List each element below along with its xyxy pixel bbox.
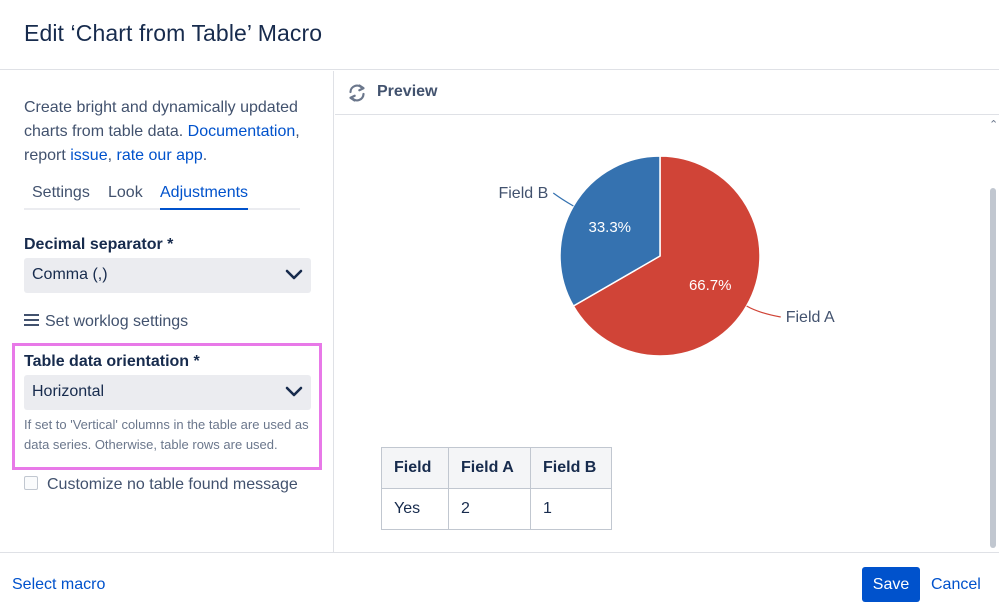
table-header-row: Field Field A Field B	[381, 447, 612, 489]
decimal-separator-select[interactable]: Comma (,)	[24, 258, 311, 293]
orientation-help-text: If set to 'Vertical' columns in the tabl…	[24, 417, 309, 452]
pie-category-label: Field B	[498, 185, 548, 202]
table-row: Yes 2 1	[381, 488, 612, 530]
table-cell: Yes	[381, 488, 449, 530]
set-worklog-settings[interactable]: Set worklog settings	[24, 313, 188, 331]
documentation-link[interactable]: Documentation	[188, 123, 296, 140]
pie-leader-line	[746, 305, 781, 318]
orientation-select[interactable]: Horizontal	[24, 375, 311, 410]
macro-description: Create bright and dynamically updated ch…	[24, 96, 320, 168]
decimal-separator-value: Comma (,)	[32, 266, 108, 283]
pie-chart: 66.7% Field A 33.3% Field B	[498, 155, 835, 357]
issue-link[interactable]: issue	[70, 147, 107, 164]
chevron-down-icon	[285, 386, 303, 397]
cancel-button[interactable]: Cancel	[931, 576, 981, 594]
tab-look[interactable]: Look	[108, 184, 143, 202]
data-table: Field Field A Field B Yes 2 1	[381, 447, 612, 530]
orientation-value: Horizontal	[32, 383, 105, 400]
preview-scrollbar[interactable]: ⌃	[986, 116, 999, 552]
description-text: .	[202, 147, 208, 164]
chevron-down-icon	[285, 269, 303, 280]
rate-app-link[interactable]: rate our app	[117, 147, 203, 164]
scrollbar-thumb[interactable]	[990, 188, 996, 548]
table-cell: 1	[530, 488, 612, 530]
pie-percent-label: 33.3%	[588, 219, 631, 236]
orientation-label: Table data orientation *	[24, 353, 200, 370]
hamburger-icon	[24, 314, 39, 326]
save-button[interactable]: Save	[862, 567, 920, 602]
preview-panel: Preview ⌃ 66.7% Field A 33.3% Field B Field…	[335, 71, 999, 552]
table-header-cell: Field A	[448, 447, 531, 489]
pie-percent-label: 66.7%	[689, 277, 732, 294]
table-header-cell: Field B	[530, 447, 612, 489]
tab-settings[interactable]: Settings	[32, 184, 90, 202]
table-header-cell: Field	[381, 447, 449, 489]
decimal-separator-label: Decimal separator *	[24, 236, 174, 253]
dialog-title: Edit ‘Chart from Table’ Macro	[24, 20, 323, 46]
no-table-message-label: Customize no table found message	[47, 476, 298, 493]
no-table-message-checkbox[interactable]: Customize no table found message	[24, 476, 298, 494]
dialog-footer: Select macro Save Cancel	[0, 552, 999, 609]
scroll-up-icon[interactable]: ⌃	[989, 118, 998, 131]
checkbox-box[interactable]	[24, 476, 38, 490]
pie-leader-line	[552, 192, 574, 207]
dialog-header: Edit ‘Chart from Table’ Macro	[0, 0, 999, 70]
worklog-label: Set worklog settings	[45, 313, 189, 330]
settings-tabs: Settings Look Adjustments	[24, 183, 300, 211]
table-cell: 2	[448, 488, 531, 530]
description-text: ,	[107, 147, 117, 164]
tab-adjustments[interactable]: Adjustments	[160, 184, 249, 210]
pie-category-label: Field A	[786, 309, 835, 326]
select-macro-link[interactable]: Select macro	[12, 576, 105, 594]
settings-panel: Create bright and dynamically updated ch…	[0, 71, 334, 552]
